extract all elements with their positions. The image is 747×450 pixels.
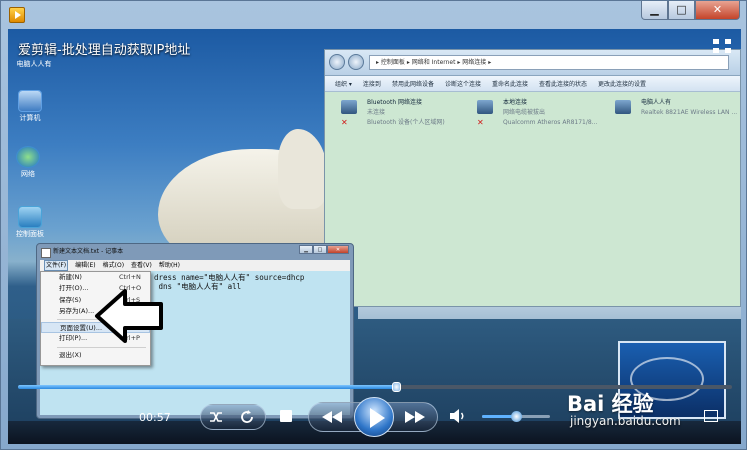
- close-button[interactable]: ✕: [695, 1, 740, 20]
- disconnected-icon: ✕: [477, 118, 484, 127]
- back-icon[interactable]: [329, 54, 345, 70]
- connection-status: 网络电缆被拔出: [503, 109, 546, 116]
- notepad-minimize-button[interactable]: ▁: [299, 245, 313, 254]
- desktop-icon-network: 网络: [8, 146, 48, 179]
- cmd-organize[interactable]: 组织 ▾: [335, 79, 352, 88]
- repeat-icon[interactable]: [239, 409, 255, 425]
- menu-separator: [57, 346, 146, 348]
- desktop-icon-control-panel: 控制面板: [10, 206, 50, 239]
- rewind-icon[interactable]: [320, 409, 344, 425]
- menu-item-label: 新建(N): [59, 273, 82, 281]
- bluetooth-icon: [341, 100, 357, 114]
- notepad-menubar: 文件(F) 编辑(E) 格式(O) 查看(V) 帮助(H): [40, 260, 350, 271]
- menu-format[interactable]: 格式(O): [103, 260, 124, 271]
- window-controls: ▁ □ ✕: [641, 1, 740, 21]
- desktop-icon-label: 电脑人人有: [16, 60, 52, 68]
- explorer-command-bar: 组织 ▾ 连接到 禁用此网络设备 诊断这个连接 重命名此连接 查看此连接的状态 …: [325, 76, 740, 92]
- expand-icon[interactable]: [704, 410, 718, 422]
- connection-local[interactable]: ✕ 本地连接 网络电缆被拔出 Qualcomm Atheros AR8171/8…: [477, 98, 607, 132]
- wireless-icon: [615, 100, 631, 114]
- video-frame-desktop: 电脑人人有 计算机 网络 控制面板 ▸ 控制面板 ▸ 网络和 Internet …: [8, 29, 741, 444]
- play-button[interactable]: [354, 397, 394, 437]
- menu-item-label: 打印(P)...: [59, 334, 88, 343]
- cmd-disable[interactable]: 禁用此网络设备: [392, 79, 434, 88]
- minimize-button[interactable]: ▁: [641, 1, 668, 20]
- connection-bluetooth[interactable]: ✕ Bluetooth 网络连接 未连接 Bluetooth 设备(个人区域网): [341, 98, 471, 132]
- connection-status: 未连接: [367, 109, 386, 116]
- cmd-connect[interactable]: 连接到: [363, 79, 381, 88]
- connection-device: Qualcomm Atheros AR8171/8...: [503, 119, 598, 126]
- volume-slider[interactable]: [482, 411, 550, 422]
- cmd-rename[interactable]: 重命名此连接: [492, 79, 528, 88]
- menu-item-exit[interactable]: 退出(X): [41, 350, 150, 361]
- menu-item-new[interactable]: 新建(N) Ctrl+N: [41, 272, 150, 283]
- connection-wireless[interactable]: 电脑人人有 Realtek 8821AE Wireless LAN ...: [615, 98, 741, 132]
- seek-bar-fill: [18, 385, 397, 389]
- globe-icon: [16, 146, 40, 168]
- desktop-icon-label: 控制面板: [16, 230, 44, 238]
- explorer-address-bar: ▸ 控制面板 ▸ 网络和 Internet ▸ 网络连接 ▸: [325, 50, 740, 76]
- player-window: ▁ □ ✕ 电脑人人有 计算机 网络 控制面板 ▸ 控制面板 ▸ 网络和 Int…: [0, 0, 747, 450]
- forward-icon[interactable]: [348, 54, 364, 70]
- notepad-maximize-button[interactable]: □: [313, 245, 327, 254]
- video-area[interactable]: 电脑人人有 计算机 网络 控制面板 ▸ 控制面板 ▸ 网络和 Internet …: [8, 29, 741, 444]
- menu-item-label: 保存(S): [59, 295, 82, 304]
- stop-icon[interactable]: [280, 410, 292, 422]
- cmd-settings[interactable]: 更改此连接的设置: [598, 79, 646, 88]
- network-connections-window: ▸ 控制面板 ▸ 网络和 Internet ▸ 网络连接 ▸ 组织 ▾ 连接到 …: [324, 49, 741, 307]
- desktop-icon-label: 网络: [21, 170, 35, 178]
- computer-icon: [18, 90, 42, 112]
- title-bar[interactable]: ▁ □ ✕: [1, 1, 746, 29]
- fast-forward-icon[interactable]: [403, 409, 427, 425]
- control-panel-icon: [18, 206, 42, 228]
- connection-name: 本地连接: [503, 99, 528, 106]
- player-app-icon: [9, 7, 25, 23]
- connection-device: Realtek 8821AE Wireless LAN ...: [641, 109, 738, 116]
- disconnected-icon: ✕: [341, 118, 348, 127]
- pointer-arrow-icon: [95, 289, 163, 343]
- ethernet-icon: [477, 100, 493, 114]
- menu-item-label: 另存为(A)...: [59, 306, 95, 315]
- maximize-button[interactable]: □: [668, 1, 695, 20]
- connection-name: 电脑人人有: [641, 99, 672, 106]
- menu-item-label: 打开(O)...: [59, 284, 89, 293]
- notepad-close-button[interactable]: ✕: [327, 245, 349, 254]
- notepad-window-controls: ▁ □ ✕: [299, 245, 349, 254]
- shuffle-icon[interactable]: [208, 409, 224, 425]
- volume-icon[interactable]: [449, 408, 467, 424]
- desktop-icon-label: 计算机: [19, 114, 41, 122]
- menu-view[interactable]: 查看(V): [131, 260, 152, 271]
- video-title: 爱剪辑-批处理自动获取IP地址: [18, 43, 191, 58]
- cmd-diagnose[interactable]: 诊断这个连接: [445, 79, 481, 88]
- menu-file[interactable]: 文件(F): [44, 260, 69, 271]
- connection-device: Bluetooth 设备(个人区域网): [367, 119, 445, 126]
- desktop-icon-computer: 计算机: [10, 90, 50, 123]
- volume-knob[interactable]: [511, 411, 522, 422]
- address-input[interactable]: ▸ 控制面板 ▸ 网络和 Internet ▸ 网络连接 ▸: [369, 55, 729, 70]
- watermark-url: jingyan.baidu.com: [570, 414, 681, 428]
- menu-item-label: 退出(X): [59, 350, 82, 359]
- cmd-status[interactable]: 查看此连接的状态: [539, 79, 587, 88]
- connection-name: Bluetooth 网络连接: [367, 99, 423, 106]
- menu-edit[interactable]: 编辑(E): [75, 260, 95, 271]
- menu-item-shortcut: Ctrl+N: [119, 273, 141, 281]
- elapsed-time: 00:57: [139, 411, 171, 424]
- fullscreen-icon[interactable]: [713, 39, 731, 53]
- menu-help[interactable]: 帮助(H): [159, 260, 180, 271]
- desktop-icon-user: 电脑人人有: [14, 59, 54, 69]
- baidu-watermark: Bai 经验 jingyan.baidu.com: [567, 388, 681, 428]
